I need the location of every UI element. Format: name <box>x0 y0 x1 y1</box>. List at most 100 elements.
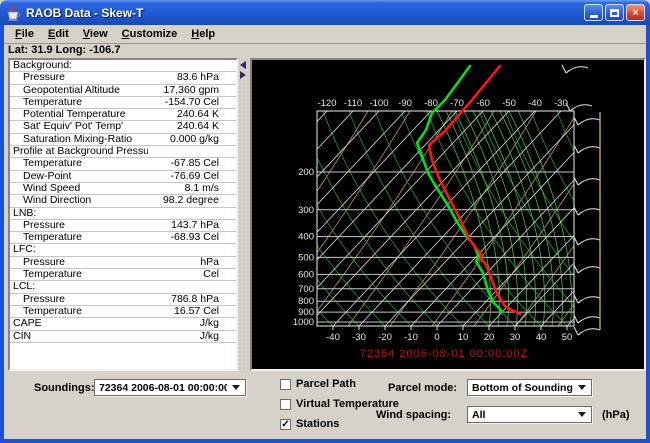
row-label: Pressure <box>10 257 148 268</box>
row-value: 0.000 g/kg <box>148 134 236 145</box>
soundings-label: Soundings: <box>34 382 95 394</box>
row-label: Wind Speed <box>10 183 148 194</box>
menu-item-view[interactable]: View <box>76 26 115 42</box>
row-label: Geopotential Altitude <box>10 85 148 96</box>
row-value: Cel <box>148 269 236 280</box>
row-value: 98.2 degree <box>148 195 236 206</box>
checkbox-box[interactable]: ✓ <box>280 419 291 430</box>
skewt-chart-panel[interactable]: 2003004005006007008009001000-120-110-100… <box>250 58 646 371</box>
checkbox-box[interactable] <box>280 379 291 390</box>
row-label: Sat' Equiv' Pot' Temp' <box>10 121 148 132</box>
svg-text:-70: -70 <box>450 98 464 109</box>
table-row[interactable]: Saturation Mixing-Ratio0.000 g/kg <box>10 134 236 146</box>
latlong-text: Lat: 31.9 Long: -106.7 <box>8 44 120 56</box>
parcel-mode-dropdown[interactable]: Bottom of Sounding <box>467 379 592 396</box>
svg-text:10: 10 <box>458 332 469 343</box>
collapse-left-icon[interactable] <box>240 61 246 69</box>
row-value: 240.64 K <box>148 109 236 120</box>
menu-item-customize[interactable]: Customize <box>115 26 185 42</box>
minimize-button[interactable] <box>584 4 603 21</box>
checkbox-parcel-path[interactable]: Parcel Path <box>280 378 356 390</box>
row-label: Wind Direction <box>10 195 148 206</box>
row-label: Dew-Point <box>10 171 148 182</box>
table-row[interactable]: Pressure83.6 hPa <box>10 72 236 84</box>
svg-text:-40: -40 <box>326 332 340 343</box>
table-row[interactable]: LCL: <box>10 281 236 293</box>
row-label: LFC: <box>10 244 148 255</box>
row-value: 8.1 m/s <box>148 183 236 194</box>
row-value: J/kg <box>148 331 236 342</box>
svg-text:800: 800 <box>298 296 314 307</box>
java-coffee-cup-icon <box>5 5 21 21</box>
row-value: -76.69 Cel <box>148 171 236 182</box>
checkbox-box[interactable] <box>280 399 291 410</box>
row-value: 83.6 hPa <box>148 72 236 83</box>
chart-title: 72364 2006-08-01 00:00:00Z <box>360 348 529 360</box>
row-value: 16.57 Cel <box>148 306 236 317</box>
row-label: Temperature <box>10 97 148 108</box>
svg-text:-30: -30 <box>352 332 366 343</box>
row-value: 143.7 hPa <box>148 220 236 231</box>
row-label: LCL: <box>10 281 148 292</box>
row-value: -67.85 Cel <box>148 158 236 169</box>
close-button[interactable]: × <box>626 4 645 21</box>
checkbox-label: Parcel Path <box>296 378 356 390</box>
svg-text:30: 30 <box>510 332 521 343</box>
window-title: RAOB Data - Skew-T <box>26 6 582 20</box>
svg-text:-10: -10 <box>404 332 418 343</box>
row-label: Profile at Background Pressure: <box>10 146 148 157</box>
row-value: J/kg <box>148 318 236 329</box>
table-row[interactable]: Wind Direction98.2 degree <box>10 195 236 207</box>
table-row[interactable]: TemperatureCel <box>10 269 236 281</box>
app-window: RAOB Data - Skew-T × FileEditViewCustomi… <box>0 0 650 443</box>
row-value <box>148 146 236 157</box>
row-value: -154.70 Cel <box>148 97 236 108</box>
menu-item-help[interactable]: Help <box>184 26 222 42</box>
svg-text:500: 500 <box>298 252 314 263</box>
menu-item-edit[interactable]: Edit <box>41 26 76 42</box>
collapse-right-icon[interactable] <box>240 71 246 79</box>
row-value <box>148 281 236 292</box>
wind-spacing-value: All <box>472 409 573 421</box>
row-label: Temperature <box>10 306 148 317</box>
row-label: Potential Temperature <box>10 109 148 120</box>
checkbox-label: Stations <box>296 418 339 430</box>
window-border-bottom <box>0 439 650 443</box>
table-row[interactable]: PressurehPa <box>10 257 236 269</box>
table-row[interactable]: LNB: <box>10 208 236 220</box>
row-value <box>148 208 236 219</box>
svg-text:-80: -80 <box>424 98 438 109</box>
wind-spacing-label: Wind spacing: <box>376 409 451 421</box>
svg-text:-60: -60 <box>476 98 490 109</box>
parcel-mode-value: Bottom of Sounding <box>472 382 573 394</box>
svg-text:700: 700 <box>298 284 314 295</box>
svg-text:600: 600 <box>298 269 314 280</box>
table-row[interactable]: LFC: <box>10 244 236 256</box>
table-row[interactable]: Temperature-67.85 Cel <box>10 158 236 170</box>
svg-text:0: 0 <box>434 332 439 343</box>
row-value <box>148 60 236 71</box>
table-row[interactable]: CINJ/kg <box>10 331 236 343</box>
row-label: Pressure <box>10 72 148 83</box>
window-border-left <box>0 25 4 443</box>
controls-panel: Soundings: 72364 2006-08-01 00:00:00Z Pa… <box>4 371 646 439</box>
table-row[interactable]: CAPEJ/kg <box>10 318 236 330</box>
maximize-button[interactable] <box>605 4 624 21</box>
table-row[interactable]: Sat' Equiv' Pot' Temp'240.64 K <box>10 121 236 133</box>
row-label: Background: <box>10 60 148 71</box>
chevron-down-icon <box>232 385 240 390</box>
row-value: hPa <box>148 257 236 268</box>
table-row[interactable]: Temperature-68.93 Cel <box>10 232 236 244</box>
window-border-right <box>646 25 650 443</box>
soundings-dropdown[interactable]: 72364 2006-08-01 00:00:00Z <box>94 379 246 396</box>
splitpane-divider[interactable] <box>238 58 250 371</box>
svg-text:-120: -120 <box>317 98 336 109</box>
title-bar[interactable]: RAOB Data - Skew-T × <box>0 0 650 25</box>
checkbox-stations[interactable]: ✓ Stations <box>280 418 339 430</box>
row-label: CIN <box>10 331 148 342</box>
menu-item-file[interactable]: File <box>8 26 41 42</box>
skewt-chart: 2003004005006007008009001000-120-110-100… <box>252 60 644 369</box>
sounding-readout-table: Background:Pressure83.6 hPaGeopotential … <box>8 58 238 371</box>
wind-spacing-dropdown[interactable]: All <box>467 406 592 423</box>
wind-spacing-unit: (hPa) <box>602 409 630 421</box>
